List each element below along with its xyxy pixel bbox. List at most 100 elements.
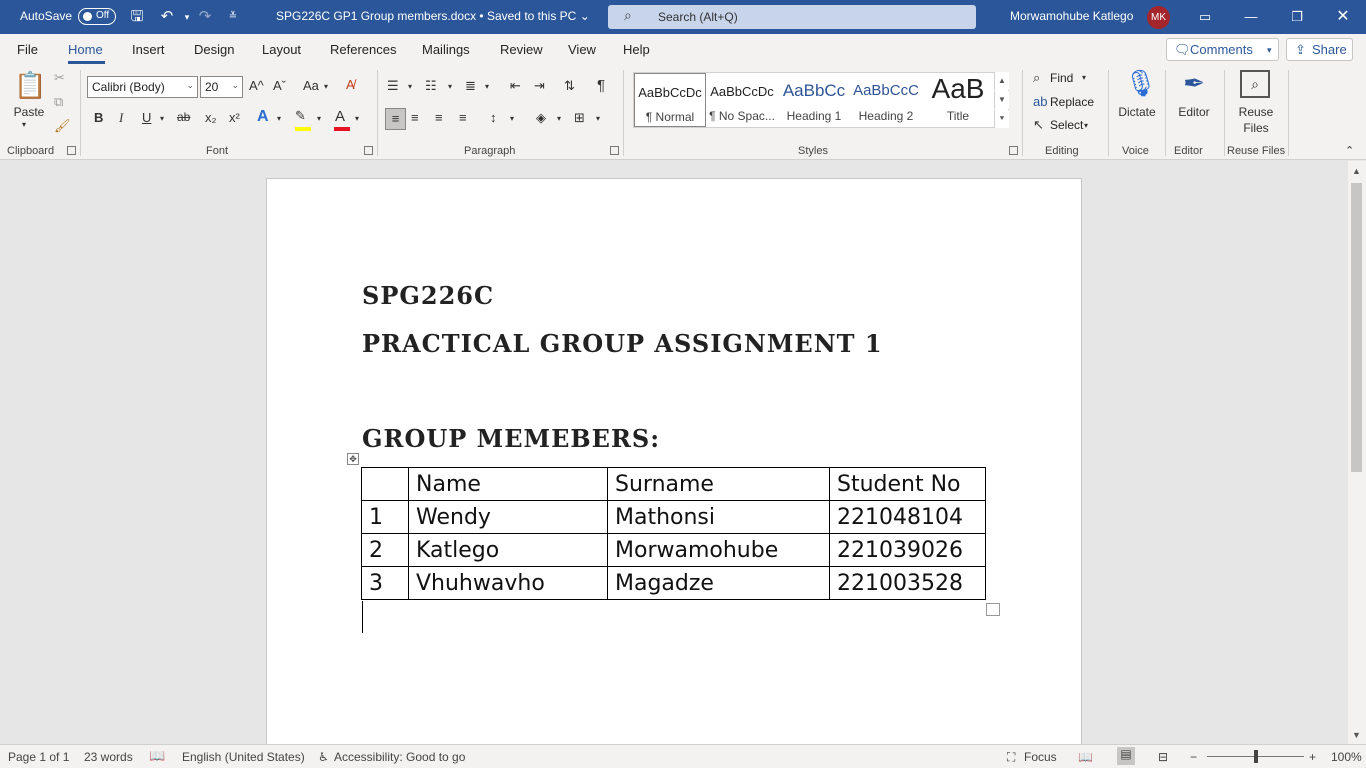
multilevel-list-icon[interactable]: ≣ — [465, 78, 476, 94]
superscript-icon[interactable]: x² — [229, 110, 240, 125]
word-count[interactable]: 23 words — [84, 750, 133, 764]
search-box[interactable]: ⌕ Search (Alt+Q) — [608, 5, 976, 29]
table-cell[interactable]: 2 — [361, 533, 409, 567]
table-header-cell[interactable]: Student No — [829, 467, 986, 501]
paste-icon[interactable]: 📋 — [14, 70, 46, 101]
styles-scroll-down-icon[interactable]: ▼ — [994, 91, 1009, 109]
show-formatting-icon[interactable]: ¶ — [597, 77, 605, 94]
dialog-launcher-icon[interactable] — [67, 146, 76, 155]
table-resize-handle[interactable] — [986, 603, 1000, 616]
style-heading-1[interactable]: AaBbCc Heading 1 — [778, 73, 850, 127]
align-center-icon[interactable]: ≡ — [411, 110, 419, 125]
strikethrough-icon[interactable]: ab — [177, 110, 190, 124]
table-cell[interactable]: Mathonsi — [607, 500, 830, 534]
style-heading-2[interactable]: AaBbCcC Heading 2 — [850, 73, 922, 127]
zoom-in-icon[interactable]: + — [1309, 750, 1316, 764]
font-size-combobox[interactable]: 20 ⌄ — [200, 76, 243, 98]
chevron-down-icon[interactable]: ▾ — [22, 120, 26, 129]
tab-layout[interactable]: Layout — [262, 42, 301, 57]
table-cell[interactable]: Katlego — [408, 533, 608, 567]
grow-font-icon[interactable]: A^ — [249, 78, 264, 93]
undo-icon[interactable]: ↶ — [156, 6, 178, 28]
dictate-button[interactable]: Dictate — [1114, 105, 1160, 119]
share-button[interactable]: ⇪ Share — [1286, 38, 1353, 61]
underline-icon[interactable]: U — [142, 110, 151, 125]
zoom-level[interactable]: 100% — [1331, 750, 1362, 764]
document-page[interactable]: SPG226C PRACTICAL GROUP ASSIGNMENT 1 GRO… — [266, 178, 1082, 758]
shrink-font-icon[interactable]: Aˇ — [273, 78, 286, 93]
scroll-down-icon[interactable]: ▼ — [1352, 730, 1361, 740]
chevron-down-icon[interactable]: ▾ — [160, 114, 164, 123]
table-cell[interactable]: 221039026 — [829, 533, 986, 567]
chevron-down-icon[interactable]: ▾ — [510, 114, 514, 123]
chevron-down-icon[interactable]: ▾ — [355, 114, 359, 123]
accessibility-icon[interactable]: ♿ — [318, 750, 329, 764]
autosave-toggle[interactable]: Off — [78, 8, 116, 25]
reuse-files-button[interactable]: Reuse — [1230, 105, 1282, 119]
style-title[interactable]: AaB Title — [922, 73, 994, 127]
change-case-icon[interactable]: Aa — [303, 78, 319, 93]
styles-more-icon[interactable]: ⯆ — [994, 110, 1009, 128]
italic-icon[interactable]: I — [119, 110, 123, 126]
language-status[interactable]: English (United States) — [182, 750, 305, 764]
scrollbar-thumb[interactable] — [1351, 183, 1362, 472]
chevron-down-icon[interactable]: ▾ — [448, 82, 452, 91]
table-cell[interactable]: Magadze — [607, 566, 830, 600]
redo-icon[interactable]: ↷ — [194, 6, 216, 28]
table-cell[interactable]: 1 — [361, 500, 409, 534]
zoom-out-icon[interactable]: − — [1190, 750, 1197, 764]
collapse-ribbon-icon[interactable]: ⌃ — [1345, 144, 1354, 157]
tab-insert[interactable]: Insert — [132, 42, 165, 57]
chevron-down-icon[interactable]: ▾ — [317, 114, 321, 123]
shading-icon[interactable]: ◈ — [536, 110, 546, 126]
vertical-scrollbar[interactable]: ▲ ▼ — [1348, 161, 1366, 744]
text-effects-icon[interactable]: A — [257, 108, 269, 126]
styles-scroll-up-icon[interactable]: ▲ — [994, 72, 1009, 90]
chevron-down-icon[interactable]: ▾ — [277, 114, 281, 123]
style-normal[interactable]: AaBbCcDc ¶ Normal — [634, 73, 706, 127]
justify-icon[interactable]: ≡ — [459, 110, 467, 125]
web-layout-icon[interactable]: ⊟ — [1158, 750, 1168, 764]
reuse-files-button-line2[interactable]: Files — [1230, 121, 1282, 135]
highlight-icon[interactable]: ✎ — [295, 108, 306, 124]
tab-mailings[interactable]: Mailings — [422, 42, 470, 57]
chevron-down-icon[interactable]: ▾ — [1084, 121, 1088, 130]
dialog-launcher-icon[interactable] — [364, 146, 373, 155]
chevron-down-icon[interactable]: ▾ — [324, 82, 328, 91]
tab-home[interactable]: Home — [68, 42, 103, 57]
align-left-icon[interactable]: ≡ — [385, 108, 406, 130]
table-cell[interactable]: Vhuhwavho — [408, 566, 608, 600]
customize-toolbar-icon[interactable]: ≚ — [222, 6, 244, 28]
borders-icon[interactable]: ⊞ — [574, 110, 585, 126]
microphone-icon[interactable]: 🎙 — [1124, 68, 1157, 99]
tab-file[interactable]: File — [17, 42, 38, 57]
document-title[interactable]: SPG226C GP1 Group members.docx • Saved t… — [276, 9, 590, 23]
chevron-down-icon[interactable]: ▾ — [408, 82, 412, 91]
user-name[interactable]: Morwamohube Katlego — [1010, 9, 1133, 23]
reuse-files-icon[interactable]: ⌕ — [1240, 70, 1270, 98]
table-header-cell[interactable]: Surname — [607, 467, 830, 501]
font-name-combobox[interactable]: Calibri (Body) ⌄ — [87, 76, 198, 98]
table-cell[interactable]: 221048104 — [829, 500, 986, 534]
cut-icon[interactable]: ✂ — [54, 70, 65, 86]
ribbon-display-icon[interactable]: ▭ — [1182, 0, 1228, 34]
tab-references[interactable]: References — [330, 42, 396, 57]
table-header-cell[interactable] — [361, 467, 409, 501]
align-right-icon[interactable]: ≡ — [435, 110, 443, 125]
bullets-icon[interactable]: ☰ — [387, 78, 399, 94]
tab-design[interactable]: Design — [194, 42, 234, 57]
read-mode-icon[interactable]: 📖 — [1078, 750, 1093, 764]
bold-icon[interactable]: B — [94, 110, 103, 125]
chevron-down-icon[interactable]: ▾ — [1082, 73, 1086, 82]
print-layout-icon[interactable]: ▤ — [1117, 747, 1135, 765]
scroll-up-icon[interactable]: ▲ — [1352, 166, 1361, 176]
table-cell[interactable]: Wendy — [408, 500, 608, 534]
table-move-handle-icon[interactable]: ✥ — [347, 453, 359, 465]
table-cell[interactable]: 221003528 — [829, 566, 986, 600]
format-painter-icon[interactable]: 🖌 — [54, 118, 71, 134]
accessibility-status[interactable]: Accessibility: Good to go — [334, 750, 465, 764]
style-no-spacing[interactable]: AaBbCcDc ¶ No Spac... — [706, 73, 778, 127]
dialog-launcher-icon[interactable] — [610, 146, 619, 155]
minimize-icon[interactable]: — — [1228, 0, 1274, 34]
tab-help[interactable]: Help — [623, 42, 650, 57]
